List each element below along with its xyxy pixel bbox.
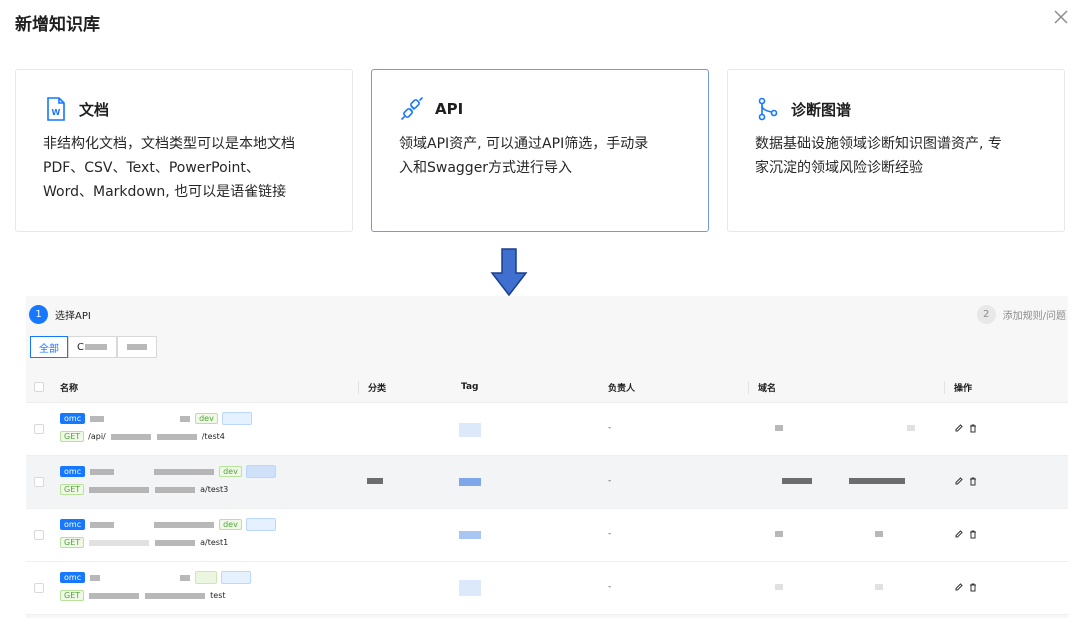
- table-row[interactable]: omc GET test -: [26, 562, 1068, 615]
- branch-graph-icon: [758, 97, 778, 121]
- card-description: 领域API资产, 可以通过API筛选，手动录 入和Swagger方式进行导入: [399, 136, 649, 176]
- knowledge-type-cards: W 文档 非结构化文档，文档类型可以是本地文档 PDF、CSV、Text、Pow…: [15, 69, 1066, 232]
- table-row[interactable]: omc dev GET a/test1 -: [26, 509, 1068, 562]
- row-actions: [954, 582, 978, 592]
- filter-tabs: 全部 C: [30, 336, 157, 358]
- api-path: a/test3: [200, 485, 229, 494]
- api-path: a/test1: [200, 538, 229, 547]
- tag-badge: omc: [60, 572, 86, 583]
- card-description: 数据基础设施领域诊断知识图谱资产, 专 家沉淀的领域风险诊断经验: [755, 136, 1002, 176]
- tag-badge: omc: [60, 466, 86, 477]
- select-all-checkbox[interactable]: [34, 382, 44, 392]
- edit-icon[interactable]: [954, 476, 964, 486]
- env-badge: dev: [219, 466, 242, 477]
- card-diagnosis-graph[interactable]: 诊断图谱 数据基础设施领域诊断知识图谱资产, 专 家沉淀的领域风险诊断经验: [727, 69, 1065, 232]
- delete-icon[interactable]: [968, 476, 978, 486]
- api-path: test: [210, 591, 226, 600]
- tag-badge: omc: [60, 519, 86, 530]
- card-document[interactable]: W 文档 非结构化文档，文档类型可以是本地文档 PDF、CSV、Text、Pow…: [15, 69, 353, 232]
- card-title: 文档: [79, 100, 110, 119]
- modal-title: 新增知识库: [15, 15, 100, 35]
- api-table: 名称 分类 Tag 负责人 域名 操作 omc dev GET /api/ /t…: [26, 372, 1068, 615]
- owner-value: -: [608, 476, 612, 486]
- filter-tab-other[interactable]: C: [68, 336, 117, 358]
- tag-badge: [245, 518, 276, 531]
- arrow-down-icon: [490, 248, 528, 297]
- word-document-icon: W: [47, 97, 65, 121]
- card-description: 非结构化文档，文档类型可以是本地文档 PDF、CSV、Text、PowerPoi…: [43, 136, 295, 200]
- close-icon[interactable]: [1050, 6, 1072, 28]
- owner-value: -: [608, 582, 612, 592]
- owner-value: -: [608, 529, 612, 539]
- table-row[interactable]: omc dev GET a/test3 -: [26, 456, 1068, 509]
- table-header: 名称 分类 Tag 负责人 域名 操作: [26, 372, 1068, 403]
- row-checkbox[interactable]: [34, 477, 44, 487]
- edit-icon[interactable]: [954, 582, 964, 592]
- method-badge: GET: [60, 484, 85, 495]
- filter-tab-other[interactable]: [116, 336, 157, 358]
- api-selection-panel: 1 选择API 2 添加规则/问题 全部 C 名称 分类 Tag 负责人 域名 …: [26, 296, 1068, 618]
- method-badge: GET: [60, 537, 85, 548]
- owner-value: -: [608, 423, 612, 433]
- tag-badge: omc: [60, 413, 86, 424]
- api-path: /test4: [201, 432, 225, 441]
- card-title: 诊断图谱: [791, 100, 852, 119]
- delete-icon[interactable]: [968, 529, 978, 539]
- method-badge: GET: [60, 590, 85, 601]
- row-actions: [954, 529, 978, 539]
- card-api[interactable]: API 领域API资产, 可以通过API筛选，手动录 入和Swagger方式进行…: [371, 69, 709, 232]
- svg-text:W: W: [52, 108, 61, 117]
- api-link-icon: [401, 97, 423, 120]
- env-badge: dev: [195, 413, 218, 424]
- row-checkbox[interactable]: [34, 424, 44, 434]
- step-select-api: 1 选择API: [29, 305, 91, 324]
- table-row[interactable]: omc dev GET /api/ /test4 -: [26, 403, 1068, 456]
- row-checkbox[interactable]: [34, 530, 44, 540]
- card-title: API: [435, 100, 464, 118]
- env-badge: dev: [219, 519, 242, 530]
- tag-badge: [221, 571, 252, 584]
- delete-icon[interactable]: [968, 582, 978, 592]
- edit-icon[interactable]: [954, 423, 964, 433]
- tag-badge: [195, 571, 218, 584]
- step-add-rules[interactable]: 2 添加规则/问题: [976, 305, 1066, 324]
- row-actions: [954, 476, 978, 486]
- filter-tab-all[interactable]: 全部: [30, 336, 68, 358]
- tag-badge: [245, 465, 276, 478]
- method-badge: GET: [60, 431, 85, 442]
- edit-icon[interactable]: [954, 529, 964, 539]
- row-actions: [954, 423, 978, 433]
- tag-badge: [221, 412, 252, 425]
- row-checkbox[interactable]: [34, 583, 44, 593]
- delete-icon[interactable]: [968, 423, 978, 433]
